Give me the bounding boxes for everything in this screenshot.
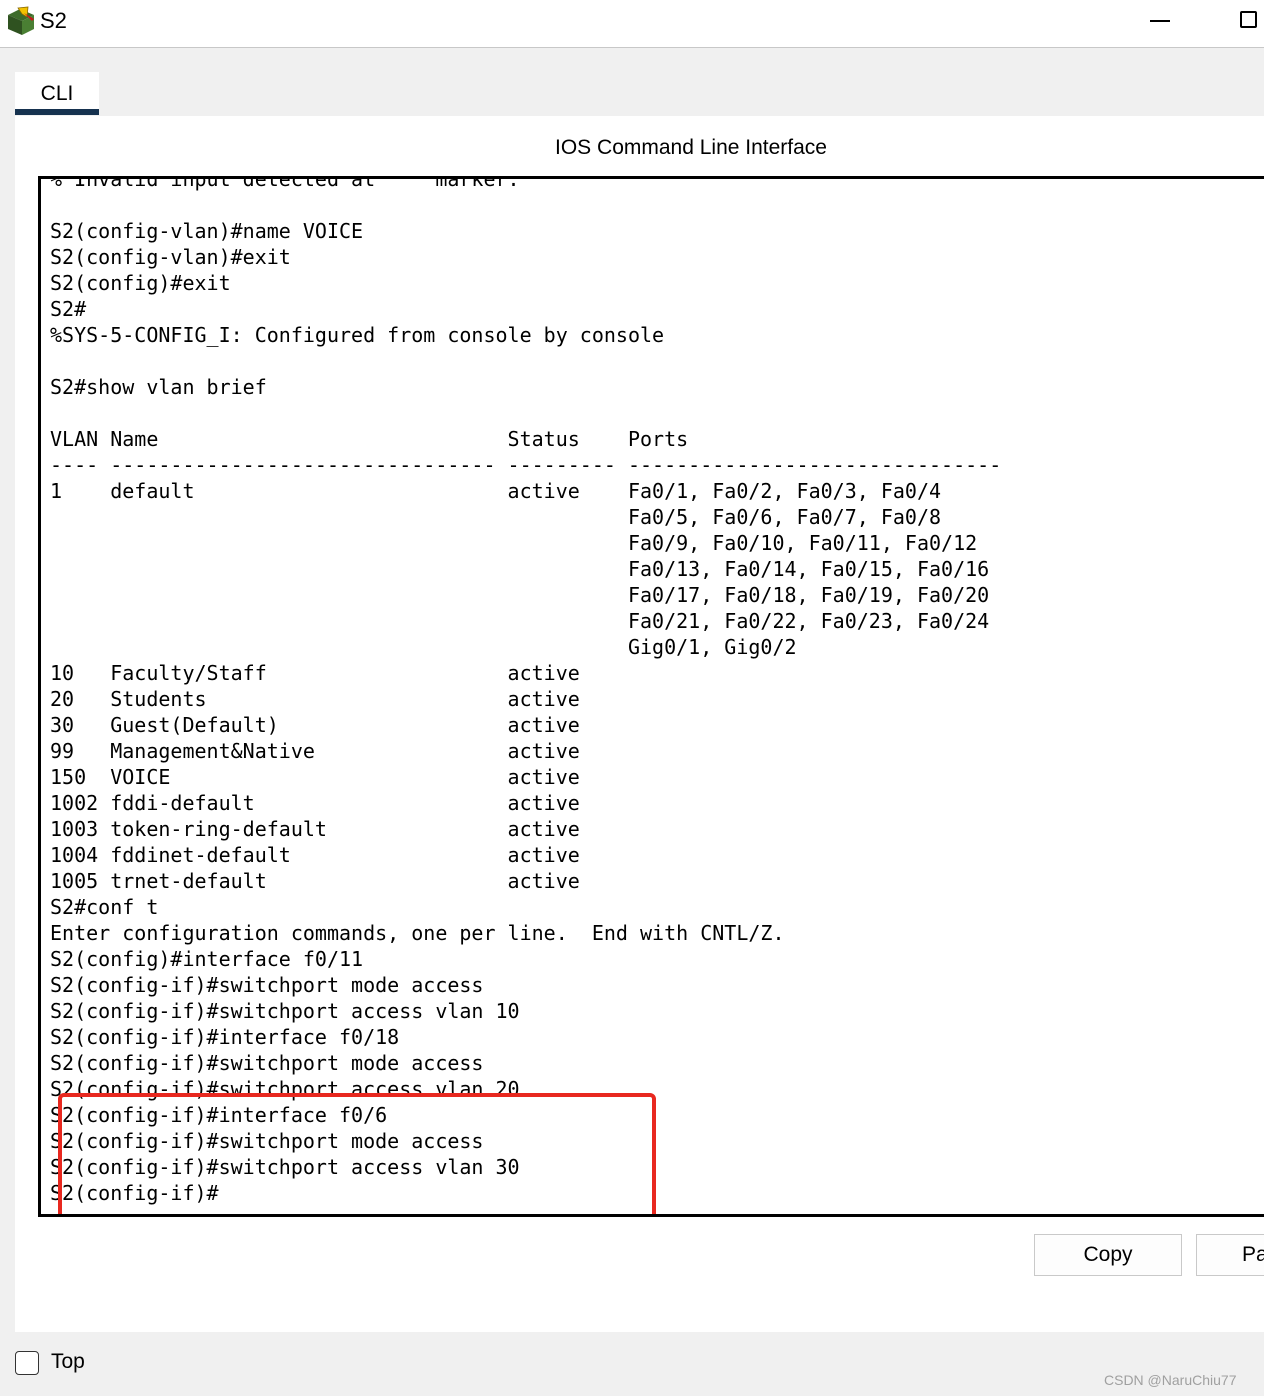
terminal-line: Fa0/13, Fa0/14, Fa0/15, Fa0/16 bbox=[50, 557, 990, 581]
terminal-line: S2(config)#exit bbox=[50, 271, 231, 295]
terminal-line: VLAN Name Status Ports bbox=[50, 427, 689, 451]
terminal-line: ---- -------------------------------- --… bbox=[50, 453, 1002, 477]
cli-terminal[interactable]: % Invalid input detected at '^' marker. … bbox=[38, 176, 1264, 1217]
minimize-button[interactable] bbox=[1140, 6, 1180, 36]
terminal-line: S2#show vlan brief bbox=[50, 375, 267, 399]
watermark: CSDN @NaruChiu77 bbox=[1104, 1372, 1237, 1388]
terminal-line: 20 Students active bbox=[50, 687, 628, 711]
minimize-icon bbox=[1150, 20, 1170, 22]
terminal-line: Enter configuration commands, one per li… bbox=[50, 921, 785, 945]
terminal-line: S2(config-if)#switchport mode access bbox=[50, 1129, 484, 1153]
terminal-line: S2(config)#interface f0/11 bbox=[50, 947, 364, 971]
terminal-line: S2# bbox=[50, 297, 87, 321]
cli-panel: IOS Command Line Interface % Invalid inp… bbox=[15, 116, 1264, 1332]
terminal-line: S2(config-if)#switchport mode access bbox=[50, 1051, 484, 1075]
terminal-line: %SYS-5-CONFIG_I: Configured from console… bbox=[50, 323, 665, 347]
cli-heading: IOS Command Line Interface bbox=[555, 136, 827, 159]
terminal-line: 1005 trnet-default active bbox=[50, 869, 628, 893]
title-bar: S2 bbox=[0, 0, 1264, 48]
terminal-line: 1003 token-ring-default active bbox=[50, 817, 628, 841]
terminal-line: S2(config-if)#interface f0/6 bbox=[50, 1103, 388, 1127]
terminal-line: Fa0/9, Fa0/10, Fa0/11, Fa0/12 bbox=[50, 531, 978, 555]
terminal-line: 99 Management&Native active bbox=[50, 739, 628, 763]
terminal-line: Gig0/1, Gig0/2 bbox=[50, 635, 797, 659]
terminal-line: S2(config-if)#switchport mode access bbox=[50, 973, 484, 997]
terminal-output: % Invalid input detected at '^' marker. … bbox=[50, 176, 1002, 1206]
terminal-line: Fa0/21, Fa0/22, Fa0/23, Fa0/24 bbox=[50, 609, 990, 633]
maximize-icon bbox=[1240, 11, 1257, 28]
top-checkbox[interactable] bbox=[15, 1351, 39, 1375]
terminal-line: 1 default active Fa0/1, Fa0/2, Fa0/3, Fa… bbox=[50, 479, 942, 503]
terminal-line: S2(config-vlan)#name VOICE bbox=[50, 219, 364, 243]
terminal-line: 1004 fddinet-default active bbox=[50, 843, 628, 867]
terminal-line: S2#conf t bbox=[50, 895, 159, 919]
terminal-line: S2(config-if)#switchport access vlan 30 bbox=[50, 1155, 520, 1179]
window-title: S2 bbox=[40, 8, 67, 33]
terminal-line: % Invalid input detected at '^' marker. bbox=[50, 176, 520, 191]
terminal-line: S2(config-vlan)#exit bbox=[50, 245, 291, 269]
terminal-line: 10 Faculty/Staff active bbox=[50, 661, 628, 685]
paste-button[interactable]: Paste bbox=[1196, 1234, 1264, 1276]
terminal-line: 1002 fddi-default active bbox=[50, 791, 628, 815]
terminal-line: S2(config-if)# bbox=[50, 1181, 219, 1205]
tab-cli[interactable]: CLI bbox=[15, 72, 99, 115]
terminal-line: S2(config-if)#interface f0/18 bbox=[50, 1025, 400, 1049]
top-label: Top bbox=[51, 1350, 85, 1373]
terminal-line: 30 Guest(Default) active bbox=[50, 713, 628, 737]
packet-tracer-switch-icon bbox=[4, 5, 38, 37]
terminal-line: 150 VOICE active bbox=[50, 765, 628, 789]
terminal-line: S2(config-if)#switchport access vlan 10 bbox=[50, 999, 520, 1023]
maximize-button[interactable] bbox=[1232, 6, 1264, 36]
terminal-line: Fa0/17, Fa0/18, Fa0/19, Fa0/20 bbox=[50, 583, 990, 607]
copy-button[interactable]: Copy bbox=[1034, 1234, 1182, 1276]
terminal-line: Fa0/5, Fa0/6, Fa0/7, Fa0/8 bbox=[50, 505, 942, 529]
terminal-line: S2(config-if)#switchport access vlan 20 bbox=[50, 1077, 520, 1101]
